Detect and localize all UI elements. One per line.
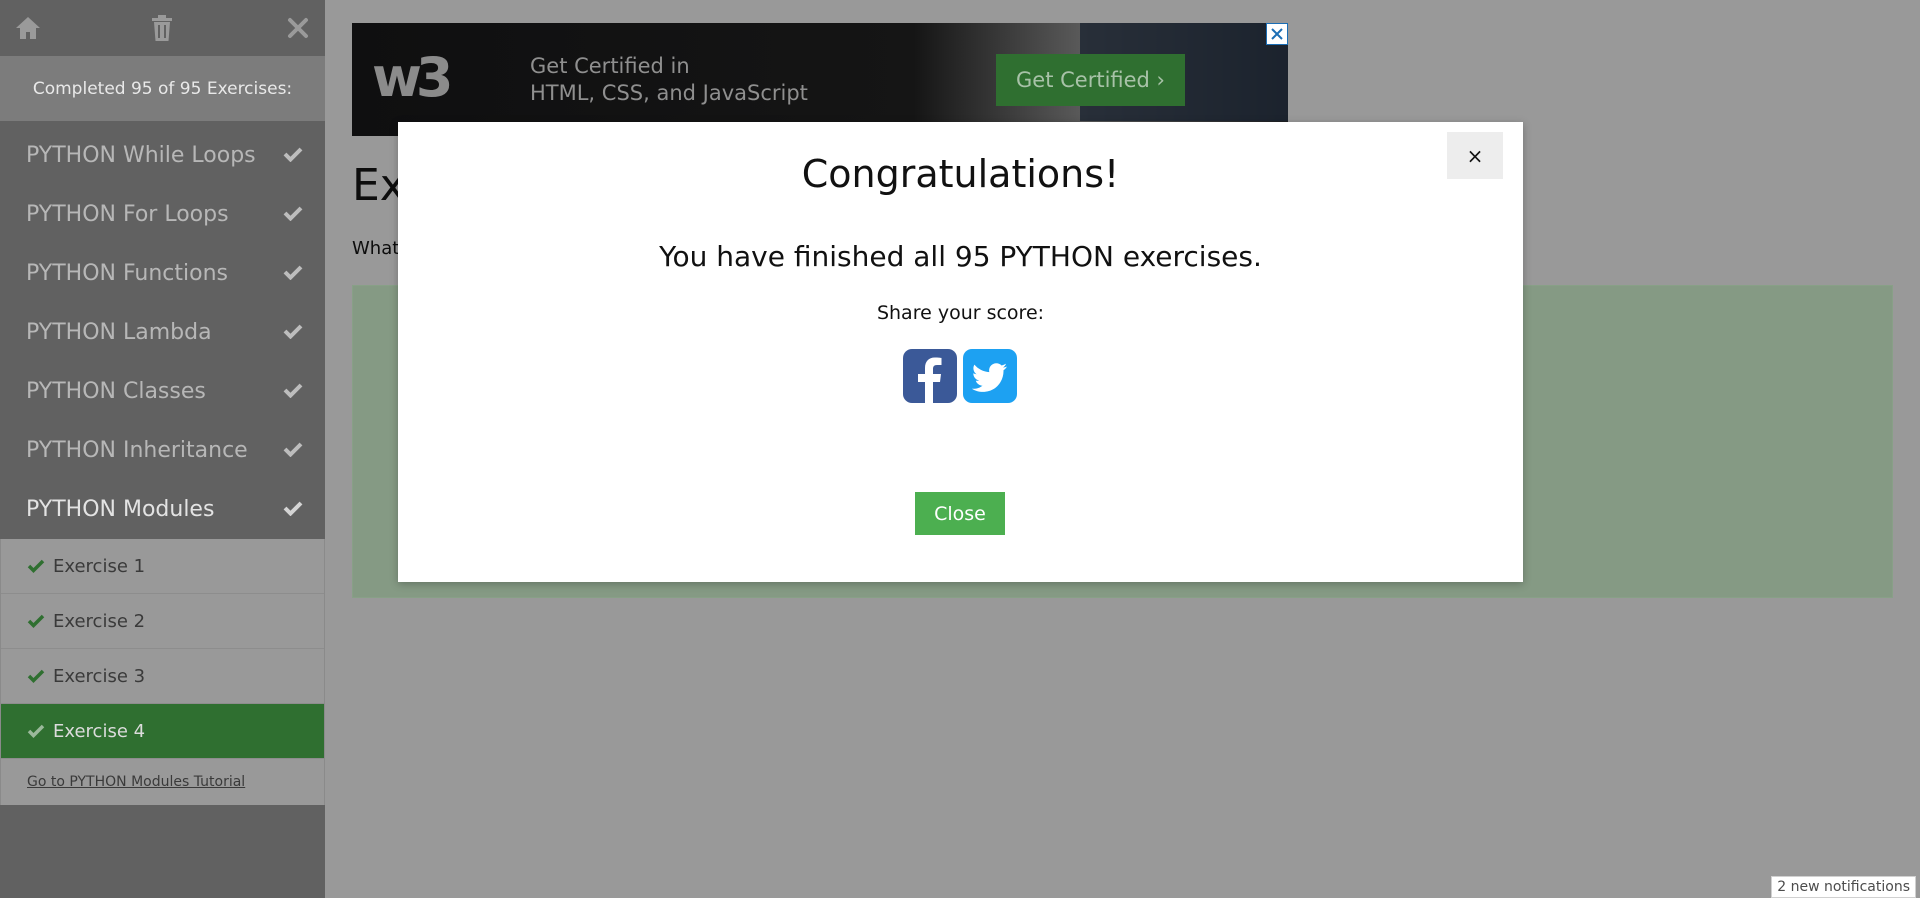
trash-icon[interactable]	[146, 12, 178, 44]
category-inheritance[interactable]: PYTHON Inheritance	[0, 421, 325, 480]
exercise-item-1[interactable]: Exercise 1	[1, 539, 324, 594]
category-label: PYTHON While Loops	[26, 143, 256, 168]
tutorial-link[interactable]: Go to PYTHON Modules Tutorial	[1, 759, 324, 805]
notifications-badge[interactable]: 2 new notifications	[1771, 876, 1916, 898]
ad-cta-button[interactable]: Get Certified ›	[996, 54, 1185, 106]
category-functions[interactable]: PYTHON Functions	[0, 244, 325, 303]
exercise-label: Exercise 2	[53, 610, 146, 632]
checkmark-icon	[283, 497, 303, 522]
social-share-buttons	[903, 349, 1017, 403]
category-label: PYTHON Modules	[26, 497, 215, 522]
exercise-label: Exercise 1	[53, 555, 146, 577]
exercise-item-3[interactable]: Exercise 3	[1, 649, 324, 704]
category-for-loops[interactable]: PYTHON For Loops	[0, 185, 325, 244]
twitter-icon	[971, 363, 1007, 392]
checkmark-icon	[27, 669, 45, 683]
twitter-share-button[interactable]	[963, 349, 1017, 403]
exercise-item-2[interactable]: Exercise 2	[1, 594, 324, 649]
progress-label: Completed 95 of 95 Exercises:	[0, 56, 325, 121]
sidebar-toolbar	[0, 0, 325, 56]
category-list: PYTHON While Loops PYTHON For Loops PYTH…	[0, 121, 325, 539]
checkmark-icon	[283, 261, 303, 286]
facebook-share-button[interactable]	[903, 349, 957, 403]
category-classes[interactable]: PYTHON Classes	[0, 362, 325, 421]
checkmark-icon	[27, 724, 45, 738]
category-lambda[interactable]: PYTHON Lambda	[0, 303, 325, 362]
close-sidebar-icon[interactable]	[282, 12, 314, 44]
category-label: PYTHON Classes	[26, 379, 206, 404]
category-label: PYTHON Lambda	[26, 320, 212, 345]
ad-close-icon[interactable]	[1266, 23, 1288, 45]
question-text: What	[352, 238, 400, 259]
checkmark-icon	[283, 320, 303, 345]
ad-headline: Get Certified in HTML, CSS, and JavaScri…	[530, 53, 808, 107]
category-while-loops[interactable]: PYTHON While Loops	[0, 126, 325, 185]
checkmark-icon	[27, 614, 45, 628]
exercise-label: Exercise 3	[53, 665, 146, 687]
checkmark-icon	[283, 143, 303, 168]
sidebar: Completed 95 of 95 Exercises: PYTHON Whi…	[0, 0, 325, 898]
category-label: PYTHON Inheritance	[26, 438, 248, 463]
exercise-item-4[interactable]: Exercise 4	[1, 704, 324, 759]
ad-headline-line1: Get Certified in	[530, 54, 690, 78]
checkmark-icon	[283, 438, 303, 463]
modal-title: Congratulations!	[801, 152, 1120, 196]
ad-headline-line2: HTML, CSS, and JavaScript	[530, 81, 808, 105]
exercise-label: Exercise 4	[53, 720, 146, 742]
share-label: Share your score:	[876, 302, 1045, 324]
congratulations-modal: × Congratulations! You have finished all…	[398, 122, 1523, 582]
facebook-icon	[918, 357, 942, 403]
checkmark-icon	[27, 559, 45, 573]
checkmark-icon	[283, 202, 303, 227]
category-label: PYTHON Functions	[26, 261, 229, 286]
modal-message: You have finished all 95 PYTHON exercise…	[659, 240, 1262, 273]
w3-logo: w3	[372, 46, 454, 109]
advertisement-banner[interactable]: w3 Get Certified in HTML, CSS, and JavaS…	[352, 23, 1288, 136]
exercise-list: Exercise 1 Exercise 2 Exercise 3 Exercis…	[0, 539, 325, 805]
home-icon[interactable]	[12, 12, 44, 44]
category-modules[interactable]: PYTHON Modules	[0, 480, 325, 539]
checkmark-icon	[283, 379, 303, 404]
category-label: PYTHON For Loops	[26, 202, 229, 227]
close-button[interactable]: Close	[915, 492, 1005, 535]
